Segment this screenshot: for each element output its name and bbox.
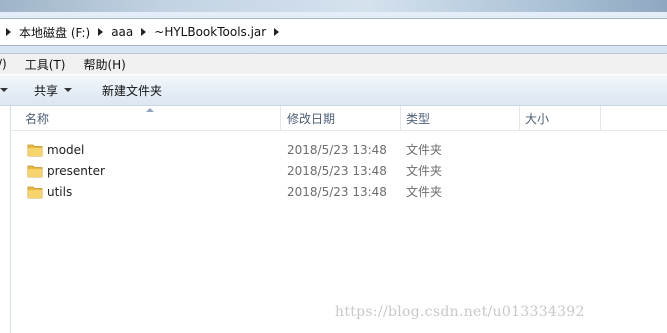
share-button[interactable]: 共享 <box>34 82 73 99</box>
column-type[interactable]: 类型 <box>406 106 430 130</box>
file-type: 文件夹 <box>406 185 443 199</box>
breadcrumb-aaa[interactable]: aaa <box>111 25 133 39</box>
folder-icon <box>27 186 43 199</box>
file-name: model <box>47 143 85 157</box>
menu-view-partial[interactable]: /) <box>0 57 7 71</box>
file-name: presenter <box>47 164 105 178</box>
command-bar: 共享 新建文件夹 <box>0 75 667 106</box>
column-name[interactable]: 名称 <box>25 106 49 130</box>
file-row[interactable]: utils 2018/5/23 13:48 文件夹 <box>11 182 667 203</box>
breadcrumb-drive[interactable]: 本地磁盘 (F:) <box>19 24 90 41</box>
file-type: 文件夹 <box>406 164 443 178</box>
file-modified: 2018/5/23 13:48 <box>287 185 387 199</box>
menu-help[interactable]: 帮助(H) <box>83 56 125 73</box>
file-name: utils <box>47 185 73 199</box>
chevron-down-icon <box>64 88 73 92</box>
file-modified: 2018/5/23 13:48 <box>287 164 387 178</box>
chevron-down-icon[interactable] <box>0 88 8 92</box>
menu-bar: /) 工具(T) 帮助(H) <box>0 54 667 74</box>
chevron-right-icon[interactable] <box>274 28 280 36</box>
file-modified: 2018/5/23 13:48 <box>287 143 387 157</box>
navigation-pane[interactable] <box>0 106 11 333</box>
column-modified[interactable]: 修改日期 <box>287 106 335 130</box>
column-divider[interactable] <box>400 106 401 130</box>
share-label: 共享 <box>34 83 59 98</box>
folder-icon <box>27 144 43 157</box>
new-folder-button[interactable]: 新建文件夹 <box>102 82 162 99</box>
file-row[interactable]: presenter 2018/5/23 13:48 文件夹 <box>11 161 667 182</box>
file-row[interactable]: model 2018/5/23 13:48 文件夹 <box>11 140 667 161</box>
menu-tools[interactable]: 工具(T) <box>25 56 66 73</box>
window-title-strip <box>0 0 667 12</box>
column-divider[interactable] <box>280 106 281 130</box>
address-bar[interactable]: 本地磁盘 (F:) aaa ~HYLBookTools.jar <box>0 18 667 46</box>
column-divider[interactable] <box>519 106 520 130</box>
chevron-right-icon[interactable] <box>6 28 11 36</box>
chevron-right-icon[interactable] <box>141 28 147 36</box>
watermark-text: https://blog.csdn.net/u013334392 <box>335 304 585 320</box>
column-divider[interactable] <box>600 106 601 130</box>
address-bar-area: 本地磁盘 (F:) aaa ~HYLBookTools.jar <box>0 12 667 54</box>
file-type: 文件夹 <box>406 143 443 157</box>
breadcrumb-jar[interactable]: ~HYLBookTools.jar <box>154 25 266 39</box>
folder-icon <box>27 165 43 178</box>
sort-ascending-icon <box>146 108 154 112</box>
column-size[interactable]: 大小 <box>525 106 549 130</box>
chevron-right-icon[interactable] <box>98 28 104 36</box>
column-header: 名称 修改日期 类型 大小 <box>11 106 667 131</box>
